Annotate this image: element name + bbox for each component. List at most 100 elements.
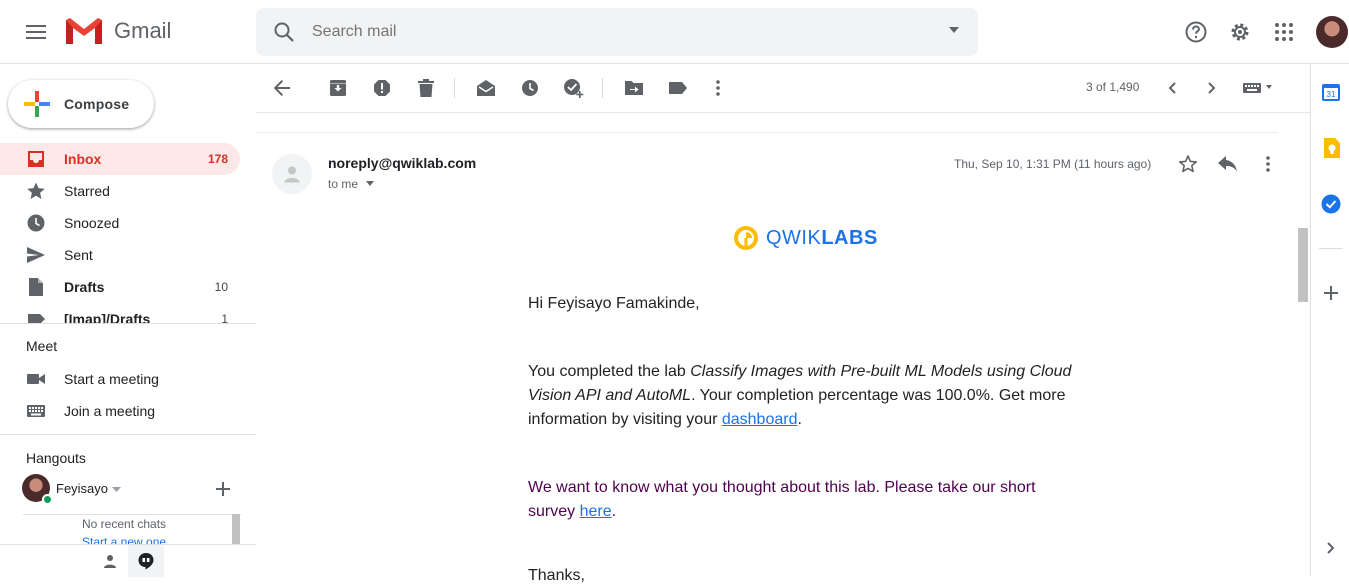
- add-to-tasks-button[interactable]: [562, 76, 586, 100]
- search-icon[interactable]: [272, 20, 296, 44]
- completion-paragraph: You completed the lab Classify Images wi…: [528, 360, 1073, 432]
- draft-icon: [26, 277, 46, 297]
- back-button[interactable]: [270, 76, 294, 100]
- sidebar-item-label: Snoozed: [64, 215, 120, 231]
- search-input[interactable]: [312, 22, 912, 42]
- hangouts-quote-icon: [137, 552, 155, 570]
- labels-button[interactable]: [666, 76, 690, 100]
- delete-button[interactable]: [414, 76, 438, 100]
- chats-scrollbar[interactable]: [232, 514, 240, 544]
- sidebar-item-label: [Imap]/Drafts: [64, 311, 151, 323]
- left-sidebar: Compose Inbox 178 Starred Snoozed Sent D…: [0, 64, 256, 577]
- keyboard-icon: [26, 403, 46, 419]
- main-scrollbar[interactable]: [1296, 64, 1310, 576]
- more-button[interactable]: [706, 76, 730, 100]
- sender-avatar[interactable]: [272, 154, 312, 194]
- older-button[interactable]: [1200, 76, 1224, 100]
- chevron-right-icon: [1208, 82, 1216, 94]
- chevron-down-icon[interactable]: [366, 181, 375, 186]
- chevron-down-icon[interactable]: [112, 487, 121, 492]
- clock-icon: [521, 79, 539, 97]
- start-meeting-item[interactable]: Start a meeting: [0, 363, 256, 395]
- survey-link[interactable]: here: [580, 503, 612, 520]
- search-bar[interactable]: [256, 8, 978, 56]
- report-spam-button[interactable]: [370, 76, 394, 100]
- unread-count: 178: [207, 152, 228, 166]
- sender-email[interactable]: noreply@qwiklab.com: [328, 155, 476, 171]
- toolbar-divider: [256, 112, 1310, 113]
- recent-chats: No recent chats Start a new one: [23, 514, 241, 544]
- archive-button[interactable]: [326, 76, 350, 100]
- search-options-icon[interactable]: [948, 26, 960, 34]
- message-date: Thu, Sep 10, 1:31 PM (11 hours ago): [954, 157, 1152, 171]
- newer-button[interactable]: [1160, 76, 1184, 100]
- tasks-app-button[interactable]: [1319, 192, 1343, 216]
- sign-off: Thanks,: [528, 567, 585, 584]
- reply-button[interactable]: [1216, 152, 1240, 176]
- sidebar-item-snoozed[interactable]: Snoozed: [0, 207, 240, 239]
- keep-bulb-icon: [1322, 138, 1340, 158]
- contacts-tab[interactable]: [92, 545, 128, 577]
- gmail-wordmark: Gmail: [114, 18, 172, 43]
- folder-list: Inbox 178 Starred Snoozed Sent Drafts 10…: [0, 143, 256, 323]
- snooze-button[interactable]: [518, 76, 542, 100]
- sidebar-item-drafts[interactable]: Drafts 10: [0, 271, 240, 303]
- sidebar-item-imap-drafts[interactable]: [Imap]/Drafts 1: [0, 303, 240, 323]
- get-addons-button[interactable]: [1319, 281, 1343, 305]
- dashboard-link[interactable]: dashboard: [722, 411, 798, 428]
- sidebar-divider: [0, 323, 256, 324]
- gmail-logo[interactable]: Gmail: [64, 16, 171, 46]
- inbox-icon: [26, 149, 46, 169]
- hangouts-tab[interactable]: [128, 545, 164, 577]
- sidebar-item-label: Starred: [64, 183, 110, 199]
- more-vert-icon: [1266, 156, 1270, 172]
- compose-label: Compose: [64, 96, 130, 112]
- main-menu-button[interactable]: [20, 16, 52, 48]
- settings-button[interactable]: [1226, 18, 1254, 46]
- input-tools-button[interactable]: [1240, 76, 1276, 100]
- keep-app-button[interactable]: [1319, 136, 1343, 160]
- move-to-button[interactable]: [622, 76, 646, 100]
- recipient-details[interactable]: to me: [328, 177, 375, 191]
- message-toolbar: 3 of 1,490: [256, 64, 1310, 112]
- top-header: Gmail: [0, 0, 1349, 64]
- sidebar-item-inbox[interactable]: Inbox 178: [0, 143, 240, 175]
- compose-plus-icon: [24, 91, 50, 117]
- hangouts-user[interactable]: Feyisayo: [22, 474, 256, 506]
- expand-panel-button[interactable]: [1319, 536, 1343, 560]
- svg-text:31: 31: [1327, 90, 1336, 99]
- sidebar-item-label: Drafts: [64, 279, 105, 295]
- plus-icon: [1324, 286, 1338, 300]
- apps-button[interactable]: [1270, 18, 1298, 46]
- p1-start: You completed the lab: [528, 363, 691, 380]
- support-button[interactable]: [1182, 18, 1210, 46]
- imap-draft-count: 1: [221, 312, 228, 323]
- mail-open-icon: [476, 79, 496, 97]
- sidebar-item-sent[interactable]: Sent: [0, 239, 240, 271]
- subject-divider: [256, 132, 1278, 133]
- message-more-button[interactable]: [1256, 152, 1280, 176]
- main-scrollbar-thumb[interactable]: [1298, 228, 1308, 302]
- compose-button[interactable]: Compose: [8, 80, 154, 128]
- account-avatar[interactable]: [1316, 16, 1348, 48]
- p2-end: .: [611, 503, 617, 520]
- toolbar-separator: [454, 78, 455, 98]
- join-meeting-item[interactable]: Join a meeting: [0, 395, 256, 427]
- star-button[interactable]: [1176, 152, 1200, 176]
- online-status-dot: [42, 494, 53, 505]
- sidebar-item-starred[interactable]: Starred: [0, 175, 240, 207]
- more-vert-icon: [716, 80, 720, 96]
- p1-end: .: [797, 411, 802, 428]
- new-chat-plus-icon[interactable]: [216, 482, 230, 496]
- archive-icon: [329, 79, 347, 97]
- mark-unread-button[interactable]: [474, 76, 498, 100]
- side-panel: 31: [1310, 64, 1349, 576]
- star-outline-icon: [1178, 154, 1198, 174]
- keyboard-icon: [1243, 82, 1273, 94]
- qwiklabs-icon: [732, 224, 760, 252]
- calendar-app-button[interactable]: 31: [1319, 80, 1343, 104]
- trash-icon: [418, 79, 434, 97]
- hangouts-footer: [0, 544, 256, 577]
- start-new-chat-link[interactable]: Start a new one: [82, 535, 166, 544]
- hangouts-user-name: Feyisayo: [56, 481, 109, 496]
